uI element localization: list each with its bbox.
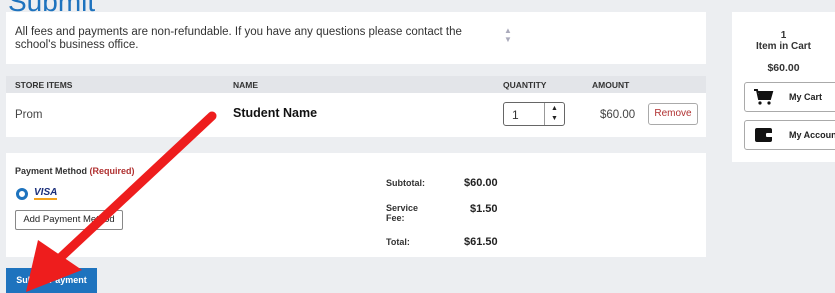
- service-fee-value: $1.50: [470, 203, 498, 215]
- refund-notice-text: All fees and payments are non-refundable…: [15, 26, 462, 51]
- column-header-store-items: STORE ITEMS: [15, 80, 73, 90]
- cart-icon: [754, 89, 774, 105]
- cart-summary: 1 Item in Cart $60.00 My Cart My Account: [732, 12, 835, 162]
- store-items-table: STORE ITEMS NAME QUANTITY AMOUNT Prom St…: [6, 76, 706, 137]
- service-fee-label: Service Fee:: [386, 203, 419, 223]
- payment-method-label: Payment Method (Required): [15, 166, 135, 176]
- cart-item-count: 1: [780, 30, 787, 41]
- table-row: Prom Student Name 1 ▲ ▼ $60.00 Remove: [6, 93, 706, 137]
- quantity-stepper[interactable]: 1 ▲ ▼: [503, 102, 565, 126]
- cart-item-count-label: Item in Cart: [755, 41, 811, 52]
- table-header: STORE ITEMS NAME QUANTITY AMOUNT: [6, 76, 706, 93]
- sort-icon[interactable]: ▲ ▼: [502, 26, 514, 48]
- wallet-icon: [755, 128, 773, 142]
- cart-total: $60.00: [767, 62, 800, 74]
- student-name-cell: Student Name: [233, 106, 318, 120]
- total-value: $61.50: [464, 236, 498, 248]
- visa-logo: VISA: [34, 187, 58, 200]
- payment-method-text: Payment Method: [15, 166, 88, 176]
- required-indicator: (Required): [89, 166, 135, 176]
- amount-cell: $60.00: [600, 109, 636, 121]
- add-payment-method-button[interactable]: Add Payment Method: [15, 210, 123, 230]
- subtotal-label: Subtotal:: [386, 178, 425, 188]
- column-header-amount: AMOUNT: [592, 80, 630, 90]
- submit-payment-button[interactable]: Submit Payment: [6, 268, 97, 293]
- remove-button[interactable]: Remove: [648, 103, 698, 125]
- store-item-cell: Prom: [15, 109, 43, 121]
- my-account-label: My Account: [789, 130, 835, 140]
- quantity-value: 1: [512, 108, 519, 122]
- radio-icon[interactable]: [16, 188, 28, 200]
- my-cart-button[interactable]: My Cart: [744, 82, 835, 112]
- column-header-quantity: QUANTITY: [503, 80, 547, 90]
- column-header-name: NAME: [233, 80, 259, 90]
- refund-notice: All fees and payments are non-refundable…: [6, 12, 706, 64]
- my-account-button[interactable]: My Account: [744, 120, 835, 150]
- subtotal-value: $60.00: [464, 177, 498, 189]
- payment-panel: Payment Method (Required) VISA Add Payme…: [6, 153, 706, 257]
- total-label: Total:: [386, 237, 410, 247]
- my-cart-label: My Cart: [789, 92, 823, 102]
- quantity-stepper-arrows-icon[interactable]: ▲ ▼: [544, 103, 564, 125]
